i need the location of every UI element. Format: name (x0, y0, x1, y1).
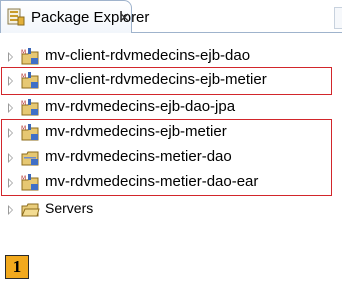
maven-ejb-project-icon: M (21, 99, 39, 116)
expand-arrow-icon[interactable] (8, 52, 13, 62)
tree-item-label: mv-rdvmedecins-ejb-dao-jpa (45, 98, 236, 115)
panel-edge (334, 7, 342, 29)
tree-item-project[interactable]: M mv-client-rdvmedecins-ejb-dao (0, 46, 342, 68)
tab-divider (131, 32, 342, 33)
maven-ejb-project-icon: M (21, 48, 39, 65)
svg-text:M: M (21, 49, 26, 56)
tree-item-label: mv-client-rdvmedecins-ejb-dao (45, 47, 251, 64)
panel-header: Package Explorer ✕ (0, 0, 342, 34)
expand-arrow-icon[interactable] (8, 205, 13, 215)
tab-package-explorer[interactable]: Package Explorer ✕ (0, 0, 149, 33)
folder-icon (21, 203, 40, 217)
highlight-box (1, 119, 332, 196)
expand-arrow-icon[interactable] (8, 103, 13, 113)
tree-item-project[interactable]: M mv-rdvmedecins-ejb-dao-jpa (0, 97, 342, 119)
svg-text:M: M (21, 100, 26, 107)
close-icon[interactable]: ✕ (119, 10, 130, 26)
tree-item-servers[interactable]: Servers (0, 199, 342, 221)
tab-title: Package Explorer (31, 9, 150, 26)
highlight-box (1, 67, 332, 95)
tree-item-label: Servers (45, 200, 94, 216)
package-explorer-icon (7, 8, 25, 26)
step-number-badge: 1 (5, 255, 29, 279)
